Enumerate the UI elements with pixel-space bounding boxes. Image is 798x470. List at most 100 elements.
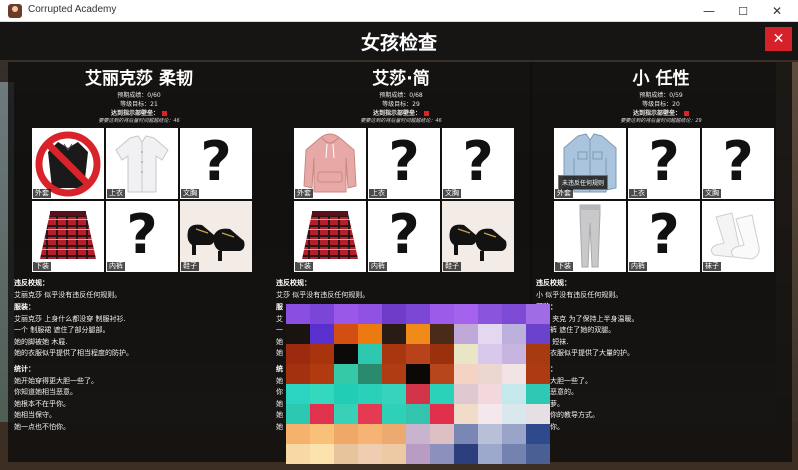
slot-label: 袜子 [703,262,721,271]
outfit-line: 一个 制服裙 遮住了部分腿部。 [14,326,110,335]
expected-grade: 预期成绩：0/59 [639,92,683,99]
window-close-button[interactable]: ✕ [760,0,794,22]
slot-shoes[interactable]: 鞋子 [180,201,252,272]
violation-heading: 违反校规： [276,279,311,287]
slot-label: 上衣 [369,189,387,198]
outfit-heading: 服装： [14,303,35,311]
stats-line: 本就萝。 [536,399,564,408]
violation-text: 小 似乎没有违反任何规则。 [536,290,623,299]
slot-bra[interactable]: ? 文胸 [442,128,514,199]
violation-section: 违反校规： 艾丽克莎 似乎没有违反任何规则。 [14,278,264,301]
outfit-line: 她的衣服似乎提供了相当程度的防护。 [14,349,133,358]
stats-section: 统计： 她开始穿得更大胆一些了。 你知道她相当恶意。 她根本不在乎你。 她相当保… [14,364,264,434]
pixelated-portrait [286,304,550,464]
unknown-icon: ? [126,203,158,266]
outfit-line: 打底裤 遮住了她的双腿。 [536,326,616,335]
slot-bottom[interactable]: 下装 [294,201,366,272]
outfit-line: 她的衣服似乎提供了大量的护。 [536,349,634,358]
violation-text: 艾莎 似乎没有违反任何规则。 [276,290,370,299]
time-note: 要要达到的将后量时间越越结论：46 [98,118,180,124]
level-target: 等级目标：29 [382,101,420,108]
girl-name: 小 任性 [632,69,690,89]
app-icon [8,4,22,18]
stats-line: 不怕你。 [536,422,564,431]
slot-label: 鞋子 [443,262,461,271]
clothing-grid: 未违反任何规则 外套 ? 上衣 ? 文胸 下装 ? 内裤 袜子 [554,128,776,274]
violation-heading: 违反校规： [536,279,571,287]
slot-label: 内裤 [629,262,647,271]
girl-name: 艾莎·简 [372,69,430,89]
outfit-line: 一条 夹克 为了保持上半身温暖。 [536,314,639,323]
slot-label: 外套 [295,189,313,198]
unknown-icon: ? [722,130,754,193]
maximize-button[interactable]: ☐ [726,0,760,22]
clothing-grid: 外套 ? 上衣 ? 文胸 下装 ? 内裤 鞋子 [294,128,516,274]
unknown-icon: ? [388,203,420,266]
barrier-label: 达到指示部壁垒： [372,110,421,117]
expected-grade: 预期成绩：0/68 [379,92,423,99]
girl-panel-3: 小 任性 预期成绩：0/59 等级目标：20 达到指示部壁垒： 要要达到的将后量… [530,62,792,462]
expected-grade: 预期成绩：0/60 [117,92,161,99]
stats-line: 得更大胆一些了。 [536,376,592,385]
unknown-icon: ? [648,203,680,266]
slot-bottom[interactable]: 下装 [32,201,104,272]
slot-bra[interactable]: ? 文胸 [702,128,774,199]
clothing-grid: 外套 上衣 ? 文胸 下装 ? 内裤 鞋子 [32,128,254,274]
slot-label: 鞋子 [181,262,199,271]
outfit-line: 她的 短袜. [536,337,569,346]
slot-outerwear[interactable]: 外套 [32,128,104,199]
close-inspection-button[interactable]: ✕ [765,27,792,51]
stats-line: 你知道她相当恶意。 [14,388,77,397]
window-titlebar: Corrupted Academy — ☐ ✕ [0,0,798,22]
violation-section: 违反校规： 小 似乎没有违反任何规则。 [536,278,786,301]
slot-top[interactable]: ? 上衣 [628,128,700,199]
level-target: 等级目标：21 [120,101,158,108]
slot-label: 上衣 [107,189,125,198]
violation-section: 违反校规： 艾莎 似乎没有违反任何规则。 [276,278,526,301]
slot-bra[interactable]: ? 文胸 [180,128,252,199]
slot-label: 下装 [295,262,313,271]
window-title: Corrupted Academy [28,4,117,15]
slot-label: 外套 [33,189,51,198]
stats-heading: 统计： [536,364,786,376]
outfit-line: 她的脚被她 木屐. [14,337,68,346]
outfit-section: 服装： 艾丽克莎 上身什么都没穿 制服衬衫. 一个 制服裙 遮住了部分腿部。 她… [14,302,264,360]
stats-line: 相当恶意的。 [536,388,578,397]
slot-label: 下装 [555,262,573,271]
status-red-icon [162,111,167,116]
slot-underwear[interactable]: ? 内裤 [628,201,700,272]
slot-label: 文胸 [703,189,721,198]
violation-text: 艾丽克莎 似乎没有违反任何规则。 [14,290,122,299]
stats-line: 她一点也不怕你。 [14,422,70,431]
barrier-status: 达到指示部壁垒： [530,108,792,117]
status-red-icon [424,111,429,116]
slot-label: 文胸 [181,189,199,198]
slot-underwear[interactable]: ? 内裤 [368,201,440,272]
outfit-line: 艾丽克莎 上身什么都没穿 制服衬衫. [14,314,126,323]
slot-label: 文胸 [443,189,461,198]
slot-shoes[interactable]: 鞋子 [442,201,514,272]
minimize-button[interactable]: — [692,0,726,22]
slot-top[interactable]: 上衣 [106,128,178,199]
slot-socks[interactable]: 袜子 [702,201,774,272]
slot-underwear[interactable]: ? 内裤 [106,201,178,272]
slot-outerwear[interactable]: 外套 [294,128,366,199]
stats-heading: 统计： [14,365,35,373]
slot-label: 下装 [33,262,51,271]
barrier-label: 达到指示部壁垒： [110,110,159,117]
slot-outerwear[interactable]: 未违反任何规则 外套 [554,128,626,199]
page-title: 女孩检查 [360,32,437,54]
stats-line: 她根本不在乎你。 [14,399,70,408]
stats-line: 接受你的教导方式。 [536,411,599,420]
level-target: 等级目标：20 [642,101,680,108]
unknown-icon: ? [648,130,680,193]
outfit-section: 服装： 一条 夹克 为了保持上半身温暖。 打底裤 遮住了她的双腿。 她的 短袜.… [536,302,786,360]
barrier-label: 达到指示部壁垒： [632,110,681,117]
slot-top[interactable]: ? 上衣 [368,128,440,199]
stats-line: 她相当保守。 [14,411,56,420]
slot-bottom[interactable]: 下装 [554,201,626,272]
girl-panel-1: 艾丽克莎 柔韧 预期成绩：0/60 等级目标：21 达到指示部壁垒： 要要达到的… [8,62,270,462]
barrier-status: 达到指示部壁垒： [8,108,270,117]
time-note: 要要达到的将后量时间越越结论：46 [360,118,442,124]
slot-label: 上衣 [629,189,647,198]
